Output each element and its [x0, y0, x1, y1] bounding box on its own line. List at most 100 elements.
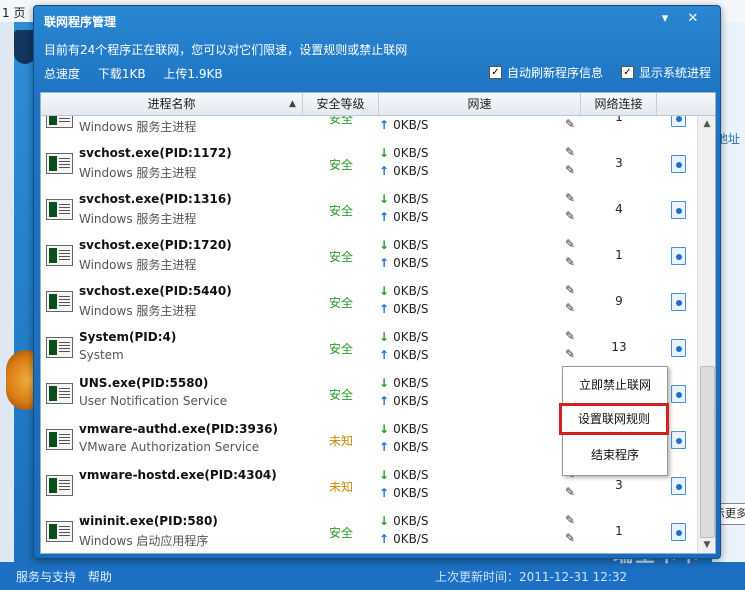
download-rate-value: 0KB/S: [393, 284, 429, 298]
sort-ascending-icon: ▲: [289, 99, 296, 109]
download-rate: ↓ 0KB/S: [379, 192, 428, 206]
connection-detail-icon[interactable]: [671, 116, 686, 127]
process-name: svchost.exe(PID:1720): [79, 238, 232, 252]
download-rate-value: 0KB/S: [393, 238, 429, 252]
scroll-down-icon[interactable]: ▼: [698, 537, 715, 553]
upload-arrow-icon: ↑: [379, 348, 390, 362]
menu-item-block-network[interactable]: 立即禁止联网: [563, 369, 667, 401]
upload-rate-value: 0KB/S: [393, 302, 429, 316]
edit-upload-limit-icon[interactable]: ✎: [565, 255, 575, 269]
connection-detail-icon[interactable]: [671, 201, 686, 219]
upload-rate: ↑ 0KB/S: [379, 348, 428, 362]
auto-refresh-checkbox[interactable]: ✓ 自动刷新程序信息: [489, 64, 603, 81]
upload-arrow-icon: ↑: [379, 164, 390, 178]
scroll-up-icon[interactable]: ▲: [698, 116, 715, 132]
download-rate-value: 0KB/S: [393, 376, 429, 390]
process-description: User Notification Service: [79, 394, 228, 408]
connection-detail-icon[interactable]: [671, 247, 686, 265]
upload-arrow-icon: ↑: [379, 302, 390, 316]
edit-download-limit-icon[interactable]: ✎: [565, 191, 575, 205]
menu-item-set-rules[interactable]: 设置联网规则: [559, 403, 669, 435]
table-row[interactable]: System(PID:4) System 安全 ↓ 0KB/S ↑ 0KB/S ✎ ✎ 13: [41, 325, 697, 372]
background-left-panel: [0, 22, 14, 562]
download-rate: ↓ 0KB/S: [379, 330, 428, 344]
download-rate: ↓ 0KB/S: [379, 238, 428, 252]
connection-detail-icon[interactable]: [671, 385, 686, 403]
total-speed: 总速度 下载1KB 上传1.9KB: [44, 65, 237, 82]
header-process-name[interactable]: 进程名称 ▲: [41, 93, 303, 115]
process-description: Windows 服务主进程: [79, 258, 197, 272]
edit-upload-limit-icon[interactable]: ✎: [565, 117, 575, 131]
table-row[interactable]: Windows 服务主进程安全↓0KB/S↑0KB/S✎✎1: [41, 116, 697, 142]
connection-count: 13: [611, 340, 627, 354]
menu-item-end-program[interactable]: 结束程序: [563, 439, 667, 471]
process-name: svchost.exe(PID:1172): [79, 146, 232, 160]
connection-detail-icon[interactable]: [671, 339, 686, 357]
download-rate: ↓ 0KB/S: [379, 468, 428, 482]
edit-upload-limit-icon[interactable]: ✎: [565, 347, 575, 361]
vertical-scrollbar[interactable]: ▲ ▼: [697, 116, 715, 553]
table-header: 进程名称 ▲ 安全等级 网速 网络连接: [41, 93, 715, 116]
edit-upload-limit-icon[interactable]: ✎: [565, 209, 575, 223]
download-rate: ↓ 0KB/S: [379, 514, 428, 528]
safety-level: 安全: [328, 250, 353, 264]
download-rate-value: 0KB/S: [393, 192, 429, 206]
safety-level: 安全: [328, 204, 353, 218]
header-net-speed[interactable]: 网速: [379, 93, 581, 115]
scroll-thumb[interactable]: [700, 366, 715, 538]
program-icon: [46, 116, 73, 128]
table-row[interactable]: svchost.exe(PID:5440) Windows 服务主进程 安全 ↓ 0KB…: [41, 279, 697, 326]
close-icon[interactable]: ✕: [686, 12, 700, 26]
edit-download-limit-icon[interactable]: ✎: [565, 145, 575, 159]
connection-detail-icon[interactable]: [671, 155, 686, 173]
upload-rate-value: 0KB/S: [393, 532, 429, 546]
context-menu: 立即禁止联网 设置联网规则 结束程序: [559, 366, 669, 476]
process-description: Windows 服务主进程: [79, 304, 197, 318]
table-row[interactable]: wininit.exe(PID:580) Windows 启动应用程序 安全 ↓ 0KB…: [41, 509, 697, 553]
edit-download-limit-icon[interactable]: ✎: [565, 283, 575, 297]
download-rate-value: 0KB/S: [393, 422, 429, 436]
background-page-text: 1 页: [2, 6, 26, 20]
header-connections[interactable]: 网络连接: [581, 93, 657, 115]
safety-level: 安全: [328, 158, 353, 172]
upload-arrow-icon: ↑: [379, 118, 390, 132]
program-icon: [46, 153, 73, 174]
download-arrow-icon: ↓: [379, 192, 390, 206]
support-link[interactable]: 服务与支持: [16, 570, 76, 584]
help-link[interactable]: 帮助: [88, 570, 112, 584]
connection-detail-icon[interactable]: [671, 523, 686, 541]
table-row[interactable]: svchost.exe(PID:1720) Windows 服务主进程 安全 ↓ 0KB…: [41, 233, 697, 280]
process-description: System: [79, 348, 124, 362]
connection-detail-icon[interactable]: [671, 293, 686, 311]
download-rate-value: 0KB/S: [393, 330, 429, 344]
edit-download-limit-icon[interactable]: ✎: [565, 329, 575, 343]
download-arrow-icon: ↓: [379, 330, 390, 344]
connection-count: 1: [615, 248, 623, 262]
download-rate-value: 0KB/S: [393, 146, 429, 160]
table-row[interactable]: svchost.exe(PID:1172) Windows 服务主进程 安全 ↓ 0KB…: [41, 141, 697, 188]
edit-download-limit-icon[interactable]: ✎: [565, 513, 575, 527]
download-arrow-icon: ↓: [379, 284, 390, 298]
program-icon: [46, 245, 73, 266]
edit-upload-limit-icon[interactable]: ✎: [565, 485, 575, 499]
edit-upload-limit-icon[interactable]: ✎: [565, 531, 575, 545]
edit-upload-limit-icon[interactable]: ✎: [565, 163, 575, 177]
edit-upload-limit-icon[interactable]: ✎: [565, 301, 575, 315]
process-name: wininit.exe(PID:580): [79, 514, 218, 528]
connection-detail-icon[interactable]: [671, 477, 686, 495]
show-system-label: 显示系统进程: [639, 66, 712, 80]
minimize-icon[interactable]: ▾: [658, 12, 672, 26]
edit-download-limit-icon[interactable]: ✎: [565, 237, 575, 251]
safety-level: 安全: [328, 116, 353, 126]
process-name: vmware-hostd.exe(PID:4304): [79, 468, 277, 482]
upload-rate-value: 0KB/S: [393, 210, 429, 224]
upload-rate: ↑ 0KB/S: [379, 164, 428, 178]
process-name: System(PID:4): [79, 330, 177, 344]
connection-detail-icon[interactable]: [671, 431, 686, 449]
checkbox-check-icon: ✓: [489, 66, 502, 79]
header-safety-level[interactable]: 安全等级: [303, 93, 379, 115]
show-system-checkbox[interactable]: ✓ 显示系统进程: [621, 64, 711, 81]
table-row[interactable]: svchost.exe(PID:1316) Windows 服务主进程 安全 ↓ 0KB…: [41, 187, 697, 234]
program-icon: [46, 429, 73, 450]
upload-rate: ↑ 0KB/S: [379, 532, 428, 546]
